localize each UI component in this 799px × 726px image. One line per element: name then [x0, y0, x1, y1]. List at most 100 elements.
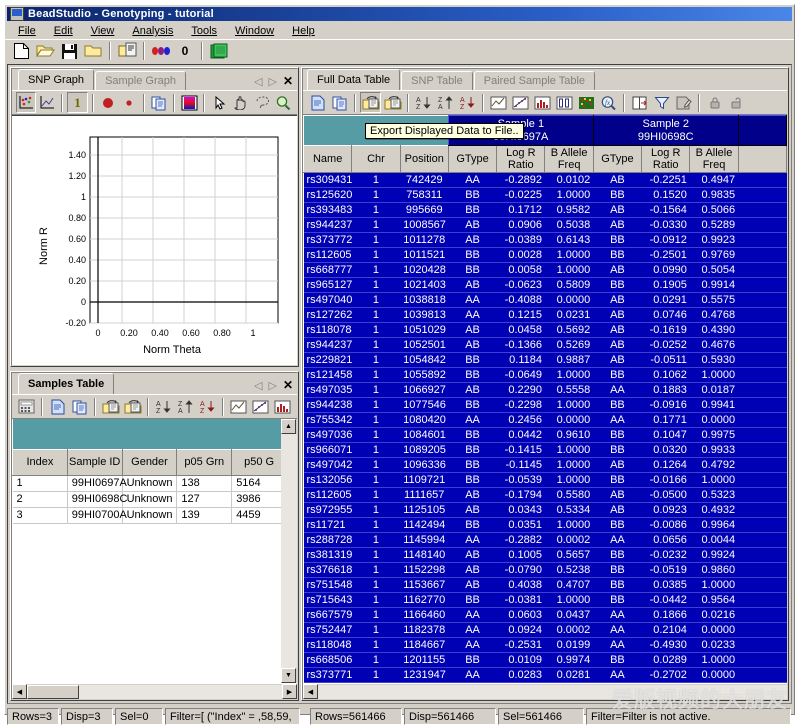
prev-tab-icon[interactable]: ◁ — [254, 379, 262, 392]
table-row[interactable]: rs944238011077546BB-0.22981.0000BB-0.091… — [303, 397, 787, 413]
data-horizontal-scrollbar[interactable]: ◀ — [303, 683, 787, 699]
scatter-plot-icon[interactable] — [16, 92, 37, 113]
table-row[interactable]: rs381319911148140AB0.10050.5657BB-0.0232… — [303, 547, 787, 563]
table-row[interactable]: rs1180483111184667AA-0.25310.0199AA-0.49… — [303, 637, 787, 653]
table-row[interactable]: rs497042011096336BB-0.11451.0000AB0.1264… — [303, 457, 787, 473]
table-row[interactable]: rs668777611020428BB0.00581.0000AB0.09900… — [303, 262, 787, 278]
prev-tab-icon[interactable]: ◁ — [254, 75, 262, 88]
pointer-tool-icon[interactable] — [209, 92, 229, 113]
table-row[interactable]: rs944237311052501AB-0.13660.5269AB-0.025… — [303, 337, 787, 353]
scroll-left-button[interactable]: ◀ — [12, 684, 27, 699]
new-file-icon[interactable] — [307, 92, 328, 113]
next-tab-icon[interactable]: ▷ — [268, 75, 276, 88]
table-row[interactable]: rs944237211008567AB0.09060.5038AB-0.0330… — [303, 217, 787, 233]
small-dot-icon[interactable] — [119, 92, 139, 113]
col-header-logr-2[interactable]: Log R Ratio — [641, 145, 691, 173]
tab-samples-table[interactable]: Samples Table — [18, 373, 115, 394]
sort-descending-icon[interactable]: ZA — [175, 396, 196, 417]
table-row[interactable]: rs972955011125105AB0.03430.5334AB0.09230… — [303, 502, 787, 518]
bar-chart-icon[interactable] — [272, 396, 293, 417]
scroll-track[interactable] — [79, 684, 282, 699]
copy-icon[interactable] — [149, 92, 169, 113]
line-plot-icon[interactable] — [37, 92, 57, 113]
menu-help[interactable]: Help — [283, 23, 324, 39]
sort-custom-icon[interactable]: AZ — [197, 396, 218, 417]
table-row[interactable]: 1 99HI0697A Unknown 138 5164 — [12, 475, 281, 492]
close-icon[interactable]: ✕ — [283, 378, 293, 392]
sort-descending-icon[interactable]: ZA — [435, 92, 456, 113]
tab-snp-table[interactable]: SNP Table — [401, 71, 473, 90]
table-row[interactable]: rs30943151742429AA-0.28920.0102AB-0.2251… — [303, 172, 787, 188]
table-row[interactable]: rs755342911080420AA0.24560.0000AA0.17710… — [303, 412, 787, 428]
table-row[interactable]: rs751548811153667AB0.40380.4707BB0.03851… — [303, 577, 787, 593]
tab-sample-graph[interactable]: Sample Graph — [95, 71, 186, 90]
table-row[interactable]: rs1180784811051029AB0.04580.5692AB-0.161… — [303, 322, 787, 338]
col-header-position[interactable]: Position — [399, 145, 449, 173]
tab-full-data-table[interactable]: Full Data Table — [307, 69, 401, 90]
menu-view[interactable]: View — [82, 23, 124, 39]
col-header-chr[interactable]: Chr — [351, 145, 401, 173]
export-data-icon[interactable] — [382, 92, 403, 113]
sort-ascending-icon[interactable]: AZ — [153, 396, 174, 417]
color-gradient-icon[interactable] — [179, 92, 199, 113]
zoom-tool-icon[interactable] — [273, 92, 293, 113]
table-row[interactable]: rs1126058811011521BB0.00281.0000BB-0.250… — [303, 247, 787, 263]
scroll-track[interactable] — [318, 684, 787, 699]
scatter-chart-icon[interactable] — [510, 92, 531, 113]
table-row[interactable]: rs667579811166460AA0.06030.0437AA0.18660… — [303, 607, 787, 623]
col-header-gtype-3[interactable] — [737, 145, 787, 173]
col-header-p50-g[interactable]: p50 G — [231, 448, 281, 476]
col-header-index[interactable]: Index — [12, 448, 68, 476]
col-header-gender[interactable]: Gender — [121, 448, 178, 476]
save-project-icon[interactable] — [58, 40, 80, 62]
table-row[interactable]: 2 99HI0698C Unknown 127 3986 — [12, 491, 281, 508]
table-row[interactable]: rs39348341995669BB0.17120.9582AB-0.15640… — [303, 202, 787, 218]
import-data-icon[interactable] — [100, 396, 121, 417]
samples-horizontal-scrollbar[interactable]: ◀ ▶ — [12, 683, 297, 699]
filter-icon[interactable] — [651, 92, 672, 113]
copy-icon[interactable] — [69, 396, 90, 417]
export-data-icon[interactable] — [122, 396, 143, 417]
table-row[interactable]: rs125620341758311BB-0.02251.0000BB0.1520… — [303, 187, 787, 203]
edit-filter-icon[interactable] — [673, 92, 694, 113]
col-header-bfreq-2[interactable]: B Allele Freq — [689, 145, 739, 173]
table-row[interactable]: rs668506411201155BB0.01090.9974BB0.02891… — [303, 652, 787, 668]
table-row[interactable]: 3 99HI0700A Unknown 139 4459 — [12, 507, 281, 524]
samples-table[interactable]: Index Sample ID Gender p05 Grn p50 G 1 9… — [12, 419, 281, 524]
table-row[interactable]: rs497035711066927AB0.22900.5558AA0.18830… — [303, 382, 787, 398]
open-folder-icon[interactable] — [82, 40, 104, 62]
calculator-icon[interactable] — [16, 396, 37, 417]
sort-custom-icon[interactable]: AZ — [457, 92, 478, 113]
scatter-chart-icon[interactable] — [250, 396, 271, 417]
sample-group-3[interactable] — [737, 115, 787, 146]
samples-table-body[interactable]: Index Sample ID Gender p05 Grn p50 G 1 9… — [12, 419, 297, 683]
scroll-thumb[interactable] — [27, 684, 79, 699]
sample-group-2[interactable]: Sample 2 99HI0698C — [592, 115, 739, 146]
table-row[interactable]: rs1272625511039813AA0.12150.0231AB0.0746… — [303, 307, 787, 323]
pan-tool-icon[interactable] — [231, 92, 251, 113]
table-row[interactable]: rs11721 1 1142494 BB 0.0351 1.0000 BB -0.0086 0.… — [303, 517, 787, 533]
full-data-table-body[interactable]: Sample 1 99HI0697A Sample 2 99HI0698C — [303, 115, 787, 699]
menu-edit[interactable]: Edit — [45, 23, 82, 39]
number-one-icon[interactable]: 1 — [67, 92, 88, 113]
menu-file[interactable]: File — [9, 23, 45, 39]
unlock-icon[interactable] — [726, 92, 747, 113]
menu-analysis[interactable]: Analysis — [123, 23, 182, 39]
col-header-p05-grn[interactable]: p05 Grn — [176, 448, 233, 476]
table-row[interactable]: rs715643 1 1162770 BB -0.0381 1.0000 BB -0.0442… — [303, 592, 787, 608]
samples-vertical-scrollbar[interactable]: ▲ ▼ — [281, 419, 297, 683]
next-tab-icon[interactable]: ▷ — [268, 379, 276, 392]
table-row[interactable]: rs965127311021403AB-0.06230.5809BB0.1905… — [303, 277, 787, 293]
snp-graph-plot[interactable]: 1.40 1.20 1 0.80 0.60 0.40 0.20 0 -0.20 — [12, 115, 297, 365]
large-dot-icon[interactable] — [98, 92, 118, 113]
scroll-left-button[interactable]: ◀ — [303, 684, 318, 699]
menu-window[interactable]: Window — [226, 23, 283, 39]
bar-chart-icon[interactable] — [532, 92, 553, 113]
table-row[interactable]: rs373771711231947AA0.02830.0281AA-0.2702… — [303, 667, 787, 683]
copy-sheets-icon[interactable] — [208, 40, 230, 62]
table-row[interactable]: rs373772811011278AB-0.03890.6143BB-0.091… — [303, 232, 787, 248]
table-row[interactable]: rs966071011089205BB-0.14151.0000BB0.0320… — [303, 442, 787, 458]
table-row[interactable]: rs229821711054842BB0.11840.9887AB-0.0511… — [303, 352, 787, 368]
scroll-up-button[interactable]: ▲ — [281, 419, 296, 434]
col-header-gtype-2[interactable]: GType — [592, 145, 643, 173]
